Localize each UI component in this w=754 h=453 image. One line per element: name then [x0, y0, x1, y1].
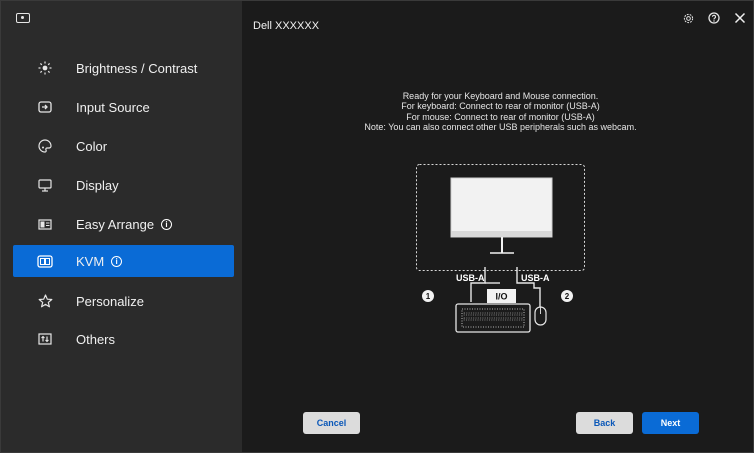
sidebar-item-others[interactable]: Others [13, 323, 234, 355]
cancel-button[interactable]: Cancel [303, 412, 360, 434]
sidebar-item-label: Personalize [76, 293, 144, 309]
monitor-icon [35, 175, 55, 195]
sun-icon [35, 58, 55, 78]
sidebar-item-label: Color [76, 138, 108, 154]
app-logo-icon [16, 13, 30, 23]
kvm-icon [35, 251, 55, 271]
kvm-instructions: Ready for your Keyboard and Mouse connec… [242, 91, 753, 133]
info-icon[interactable]: i [111, 255, 123, 267]
others-icon [35, 329, 55, 349]
next-button[interactable]: Next [642, 412, 699, 434]
sidebar-item-label: Others [76, 331, 116, 347]
window-title: Dell XXXXXX [253, 20, 320, 32]
instruction-line: Note: You can also connect other USB per… [364, 122, 637, 133]
layout-icon [35, 214, 55, 234]
settings-icon[interactable] [681, 11, 695, 25]
usb-a-label-right: USB-A [521, 273, 550, 283]
connection-diagram: USB-A USB-A I/O 1 2 [416, 164, 585, 333]
app-window: Brightness / Contrast Input Source Color… [0, 0, 754, 453]
monitor-icon [450, 177, 553, 254]
mouse-icon [534, 306, 547, 326]
sidebar-item-label: Brightness / Contrast [76, 60, 198, 76]
back-button[interactable]: Back [576, 412, 633, 434]
instruction-line: For mouse: Connect to rear of monitor (U… [406, 111, 595, 122]
sidebar-item-label: Display [76, 177, 119, 193]
sidebar-item-brightness-contrast[interactable]: Brightness / Contrast [13, 52, 234, 84]
sidebar-item-label: KVM [76, 253, 105, 269]
sidebar-item-input-source[interactable]: Input Source [13, 91, 234, 123]
sidebar-item-color[interactable]: Color [13, 130, 234, 162]
keyboard-icon [455, 303, 531, 333]
sidebar-item-kvm[interactable]: KVM i [13, 245, 234, 277]
sidebar-item-easy-arrange[interactable]: Easy Arrange i [13, 208, 234, 240]
palette-icon [35, 136, 55, 156]
instruction-line: Ready for your Keyboard and Mouse connec… [402, 91, 599, 101]
marker-1-label: 1 [426, 292, 431, 301]
input-source-icon [35, 97, 55, 117]
io-label: I/O [495, 292, 507, 302]
main-panel: Dell XXXXXX Ready for your Keyboard and … [242, 1, 753, 452]
star-icon [35, 291, 55, 311]
marker-2-label: 2 [565, 292, 570, 301]
sidebar-item-display[interactable]: Display [13, 169, 234, 201]
sidebar: Brightness / Contrast Input Source Color… [1, 1, 242, 452]
sidebar-item-label: Easy Arrange [76, 216, 155, 232]
help-icon[interactable] [707, 11, 721, 25]
instruction-line: For keyboard: Connect to rear of monitor… [401, 101, 600, 112]
sidebar-item-label: Input Source [76, 99, 150, 115]
window-controls [681, 11, 747, 25]
close-icon[interactable] [733, 11, 747, 25]
info-icon[interactable]: i [161, 218, 173, 230]
sidebar-item-personalize[interactable]: Personalize [13, 285, 234, 317]
usb-a-label-left: USB-A [456, 273, 485, 283]
